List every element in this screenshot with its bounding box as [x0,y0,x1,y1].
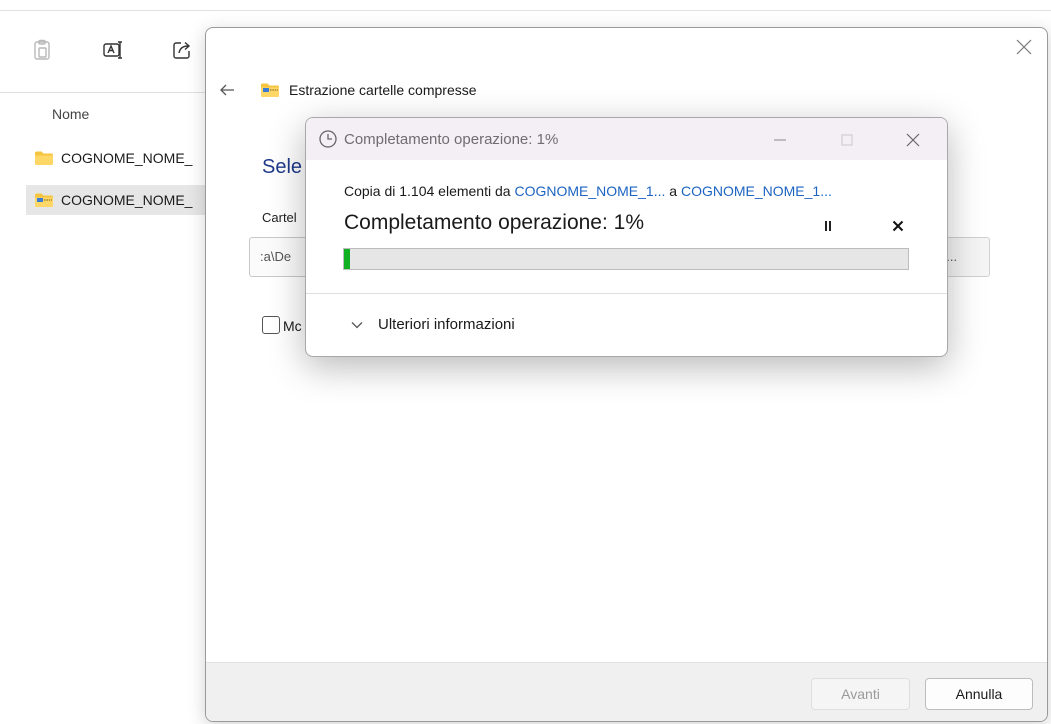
copy-description: Copia di 1.104 elementi da COGNOME_NOME_… [344,183,832,199]
more-details-label: Ulteriori informazioni [378,316,515,333]
close-icon[interactable] [1015,38,1033,56]
back-arrow-icon[interactable] [218,81,236,99]
next-button[interactable]: Avanti [811,678,910,710]
zip-folder-icon [35,193,53,207]
pause-button[interactable] [818,214,838,238]
explorer-toolbar [0,30,210,70]
progress-status-text: Completamento operazione: 1% [344,211,645,234]
folder-icon [35,151,53,165]
cancel-button[interactable]: Annulla [925,678,1033,710]
copy-progress-dialog: Completamento operazione: 1% Copia di 1.… [305,117,948,357]
minimize-icon[interactable] [772,132,788,148]
copy-description-mid: a [665,183,681,199]
destination-link[interactable]: COGNOME_NOME_1... [681,183,832,199]
source-link[interactable]: COGNOME_NOME_1... [514,183,665,199]
column-header-name[interactable]: Nome [52,106,89,122]
progress-divider [306,293,947,294]
file-list-item-selected[interactable]: COGNOME_NOME_ [26,185,206,215]
progress-window-title: Completamento operazione: 1% [344,131,559,148]
progress-bar [343,248,909,270]
show-files-checkbox-label: Mc [283,318,302,334]
file-name: COGNOME_NOME_ [61,192,193,208]
wizard-title: Estrazione cartelle compresse [260,82,477,98]
clock-icon [318,129,338,149]
paste-icon[interactable] [30,38,54,62]
zip-folder-icon [261,83,279,97]
show-files-checkbox[interactable] [262,316,280,334]
progress-bar-fill [344,249,350,269]
explorer-top-border [0,10,1051,11]
wizard-footer: Avanti Annulla [206,662,1047,721]
more-details-toggle[interactable]: Ulteriori informazioni [350,316,515,333]
close-icon[interactable] [904,131,922,149]
rename-icon[interactable] [101,38,125,62]
share-icon[interactable] [170,38,194,62]
destination-folder-label: Cartel [262,210,297,225]
progress-titlebar: Completamento operazione: 1% [306,118,947,160]
wizard-title-text: Estrazione cartelle compresse [289,82,477,98]
explorer-divider [0,92,205,93]
wizard-heading: Sele [262,156,303,178]
cancel-operation-icon[interactable] [888,216,908,236]
file-name: COGNOME_NOME_ [61,150,193,166]
copy-description-prefix: Copia di 1.104 elementi da [344,183,515,199]
chevron-down-icon [351,321,363,328]
maximize-icon [839,132,855,148]
file-list-item[interactable]: COGNOME_NOME_ [26,143,206,173]
